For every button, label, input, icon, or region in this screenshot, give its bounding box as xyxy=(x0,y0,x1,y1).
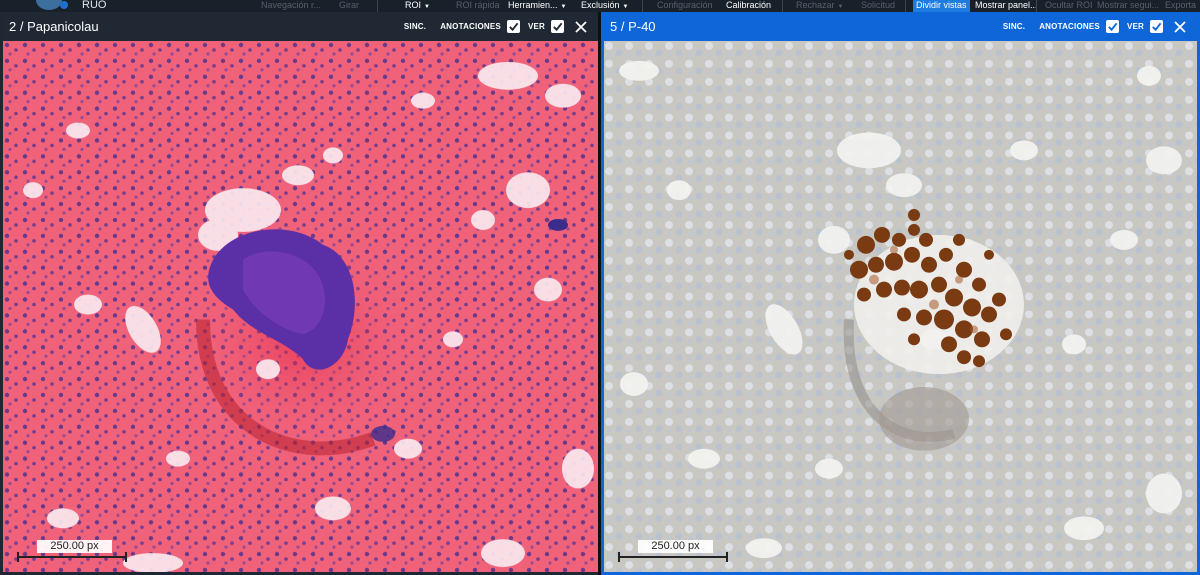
toolbar-item-quick-roi[interactable]: ROI rápida xyxy=(453,0,503,12)
scale-bar: 250.00 px xyxy=(17,540,127,562)
checkmark-icon xyxy=(1108,22,1118,32)
toolbar-item-request[interactable]: Solicitud xyxy=(858,0,898,12)
annotations-checkbox[interactable] xyxy=(1105,20,1119,33)
panel-header: 2 / Papanicolau SINC. ANOTACIONES VER xyxy=(3,12,598,41)
toolbar-item-show-panel[interactable]: Mostrar panel... xyxy=(972,0,1041,12)
app-name: RUO xyxy=(82,0,107,11)
viewer-panel-right: 5 / P-40 SINC. ANOTACIONES VER 250.00 px xyxy=(601,12,1200,575)
toolbar-item-navigation[interactable]: Navegación r... xyxy=(258,0,324,12)
viewer-panel-left: 2 / Papanicolau SINC. ANOTACIONES VER 25… xyxy=(0,12,601,575)
view-checkbox[interactable] xyxy=(1150,20,1163,33)
slide-viewport[interactable]: 250.00 px xyxy=(3,41,598,572)
toolbar-item-export[interactable]: Exporta xyxy=(1162,0,1199,12)
view-label: VER xyxy=(527,22,545,31)
close-icon[interactable] xyxy=(1173,20,1187,34)
view-checkbox[interactable] xyxy=(551,20,564,33)
annotations-checkbox[interactable] xyxy=(506,20,520,33)
toolbar-item-calibration[interactable]: Calibración xyxy=(723,0,774,12)
view-label: VER xyxy=(1126,22,1144,31)
toolbar-item-reject[interactable]: Rechazar ▼ xyxy=(793,0,846,12)
p40-slide-image[interactable] xyxy=(604,41,1197,572)
sync-toggle[interactable]: SINC. xyxy=(404,22,426,31)
panel-title: 5 / P-40 xyxy=(610,19,656,34)
scale-label: 250.00 px xyxy=(37,540,112,553)
close-icon[interactable] xyxy=(574,20,588,34)
annotations-label: ANOTACIONES xyxy=(440,22,501,31)
annotations-label: ANOTACIONES xyxy=(1039,22,1100,31)
toolbar-item-roi[interactable]: ROI ▼ xyxy=(402,0,433,12)
sync-toggle[interactable]: SINC. xyxy=(1003,22,1025,31)
chevron-down-icon: ▼ xyxy=(622,4,629,10)
chevron-down-icon: ▼ xyxy=(837,4,844,10)
toolbar-item-exclusion[interactable]: Exclusión ▼ xyxy=(578,0,631,12)
app-logo-icon xyxy=(36,0,62,10)
top-toolbar: RUO Navegación r... Girar ROI ▼ ROI rápid… xyxy=(0,0,1200,12)
papanicolau-slide-image[interactable] xyxy=(3,41,598,572)
toolbar-item-show-tracking[interactable]: Mostrar segui... xyxy=(1094,0,1162,12)
toolbar-item-split-views[interactable]: Dividir vistas xyxy=(913,0,970,12)
slide-viewport[interactable]: 250.00 px xyxy=(604,41,1197,572)
chevron-down-icon: ▼ xyxy=(560,4,567,10)
panel-header: 5 / P-40 SINC. ANOTACIONES VER xyxy=(604,12,1197,41)
scale-bar: 250.00 px xyxy=(618,540,728,562)
toolbar-item-rotate[interactable]: Girar xyxy=(336,0,362,12)
checkmark-icon xyxy=(553,22,563,32)
toolbar-item-configuration[interactable]: Configuración xyxy=(654,0,716,12)
toolbar-item-tools[interactable]: Herramien... ▼ xyxy=(505,0,569,12)
chevron-down-icon: ▼ xyxy=(424,4,430,10)
toolbar-item-hide-roi[interactable]: Ocultar ROI xyxy=(1042,0,1096,12)
checkmark-icon xyxy=(1152,22,1162,32)
checkmark-icon xyxy=(509,22,519,32)
app-logo-dot-icon xyxy=(60,1,68,9)
scale-label: 250.00 px xyxy=(638,540,713,553)
panel-title: 2 / Papanicolau xyxy=(9,19,99,34)
